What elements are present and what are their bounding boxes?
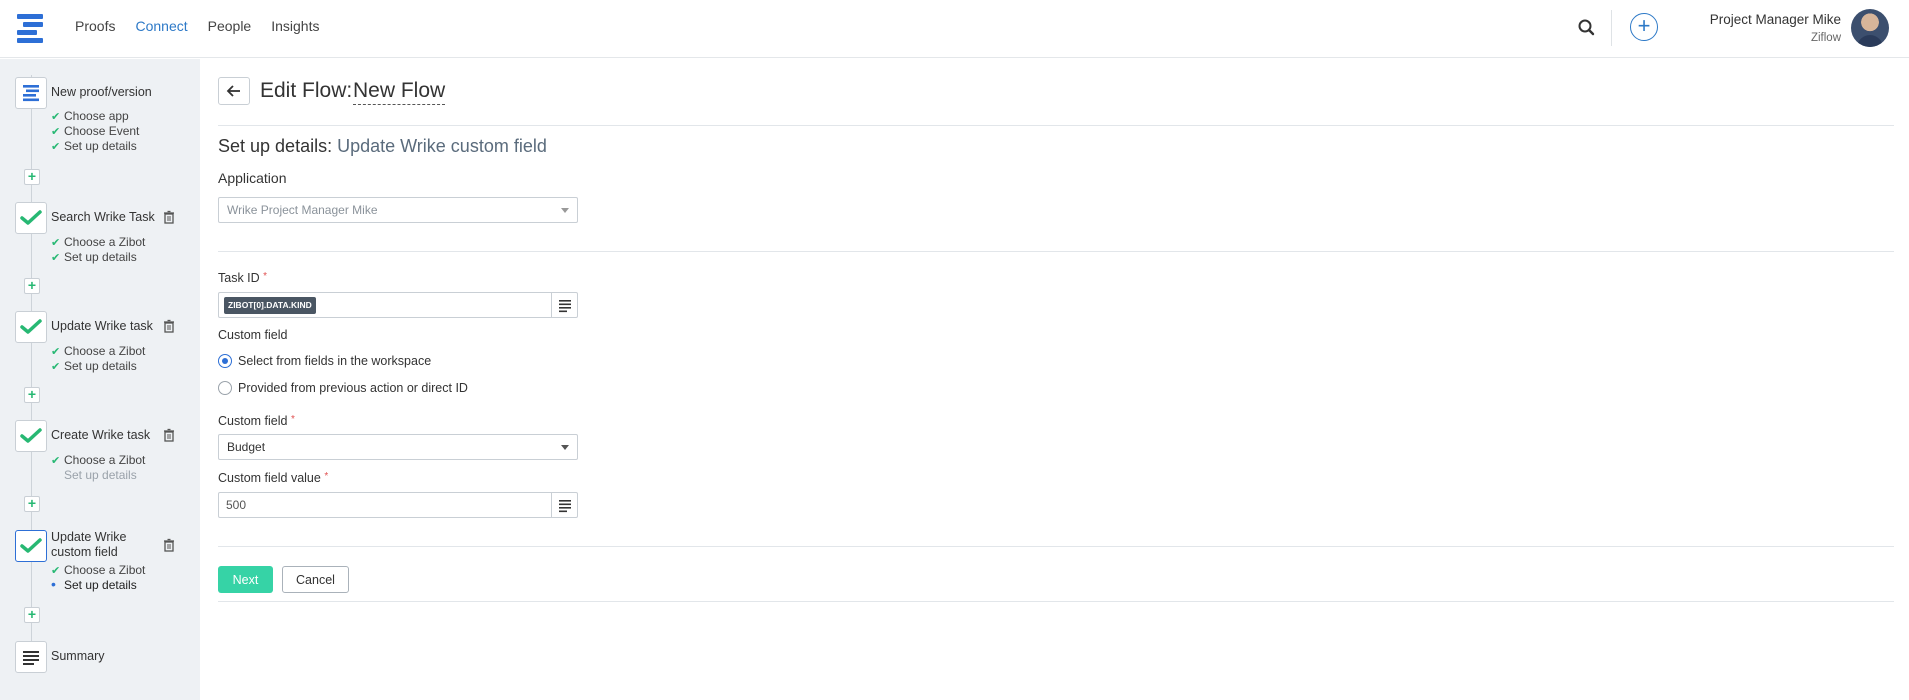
check-icon: ✔ [51,455,61,467]
main-nav: Proofs Connect People Insights [75,18,319,34]
check-icon: ✔ [51,126,61,138]
page-title: Edit Flow: [260,79,353,102]
steps-connector-line [31,75,32,661]
flow-steps-sidebar: New proof/version ✔ Choose app ✔ Choose Ev… [0,59,200,700]
substep[interactable]: ✔ Set up details [51,250,137,266]
application-label: Application [218,170,287,186]
chevron-down-icon [561,208,569,213]
wrike-check-icon [20,319,42,334]
step-title[interactable]: Create Wrike task [51,428,159,443]
divider [218,125,1894,126]
substep[interactable]: ✔ Choose a Zibot [51,235,145,251]
nav-people[interactable]: People [208,18,252,34]
step-title[interactable]: New proof/version [51,85,159,100]
add-step-button[interactable]: + [24,278,40,294]
next-button[interactable]: Next [218,566,273,593]
trash-icon[interactable] [162,428,176,442]
cancel-button[interactable]: Cancel [282,566,349,593]
trash-icon[interactable] [162,538,176,552]
substep[interactable]: ✔ Choose a Zibot [51,563,145,579]
header-divider [1611,10,1612,46]
wrike-check-icon [20,210,42,225]
insert-variable-button[interactable] [551,293,577,317]
add-step-button[interactable]: + [24,387,40,403]
substep[interactable]: ✔ Set up details [51,359,137,375]
check-icon: ✔ [51,361,61,373]
step-title[interactable]: Update Wrike custom field [51,530,159,560]
check-icon: ✔ [51,111,61,123]
step-icon-box[interactable] [15,641,47,673]
add-new-button[interactable]: + [1630,13,1658,41]
input-value: 500 [226,498,247,512]
avatar[interactable] [1851,9,1889,47]
check-icon: ✔ [51,346,61,358]
substep[interactable]: ✔ Choose app [51,109,129,125]
nav-connect[interactable]: Connect [135,18,187,34]
step-icon-box[interactable] [15,311,47,343]
chevron-down-icon [561,445,569,450]
current-dot-icon: • [51,576,56,592]
check-icon: ✔ [51,237,61,249]
top-bar: Proofs Connect People Insights + Project… [0,0,1909,58]
substep[interactable]: ✔ Choose a Zibot [51,344,145,360]
add-step-button[interactable]: + [24,607,40,623]
flow-name-editable[interactable]: New Flow [353,79,446,105]
search-icon[interactable] [1576,17,1598,39]
ziflow-logo[interactable] [15,14,45,44]
variable-token[interactable]: ZIBOT[0].DATA.KIND [224,297,316,314]
add-step-button[interactable]: + [24,169,40,185]
summary-lines-icon [23,651,39,665]
step-title[interactable]: Search Wrike Task [51,210,159,225]
task-id-field[interactable]: ZIBOT[0].DATA.KIND [218,292,578,318]
custom-field-label: Custom field * [218,414,295,428]
radio-button[interactable] [218,354,232,368]
custom-field-source-label: Custom field [218,328,288,342]
task-id-label: Task ID * [218,271,268,285]
user-org: Ziflow [1810,32,1841,44]
back-button[interactable] [218,77,250,105]
substep[interactable]: ✔ Choose a Zibot [51,453,145,469]
nav-proofs[interactable]: Proofs [75,18,115,34]
divider [218,546,1894,547]
divider [218,251,1894,252]
radio-select-from-workspace[interactable]: Select from fields in the workspace [218,354,431,368]
substep[interactable]: ✔ Choose Event [51,124,139,140]
trash-icon[interactable] [162,210,176,224]
custom-field-value-input[interactable]: 500 [218,492,578,518]
insert-variable-button[interactable] [551,493,577,517]
radio-provided-from-previous[interactable]: Provided from previous action or direct … [218,381,468,395]
step-title[interactable]: Update Wrike task [51,319,159,334]
nav-insights[interactable]: Insights [271,18,319,34]
radio-button[interactable] [218,381,232,395]
lines-icon [559,500,571,513]
trash-icon[interactable] [162,319,176,333]
wrike-check-icon [20,538,42,553]
check-icon: ✔ [51,141,61,153]
step-icon-box[interactable] [15,420,47,452]
arrow-left-icon [226,85,240,97]
add-step-button[interactable]: + [24,496,40,512]
plus-icon: + [1637,13,1651,38]
user-name: Project Manager Mike [1709,12,1841,27]
step-icon-box[interactable] [15,77,47,109]
section-title: Set up details: Update Wrike custom fiel… [218,136,547,156]
custom-field-value-label: Custom field value * [218,471,329,485]
application-select[interactable]: Wrike Project Manager Mike [218,197,578,223]
step-icon-box[interactable] [15,202,47,234]
substep-current[interactable]: • Set up details [51,576,137,593]
ziflow-logo-icon [23,85,39,102]
wrike-check-icon [20,428,42,443]
divider [218,601,1894,602]
custom-field-select[interactable]: Budget [218,434,578,460]
check-icon: ✔ [51,252,61,264]
step-icon-box[interactable] [15,530,47,562]
substep[interactable]: ✔ Set up details [51,139,137,155]
substep[interactable]: Set up details [51,468,137,483]
step-title[interactable]: Summary [51,649,159,664]
lines-icon [559,300,571,313]
